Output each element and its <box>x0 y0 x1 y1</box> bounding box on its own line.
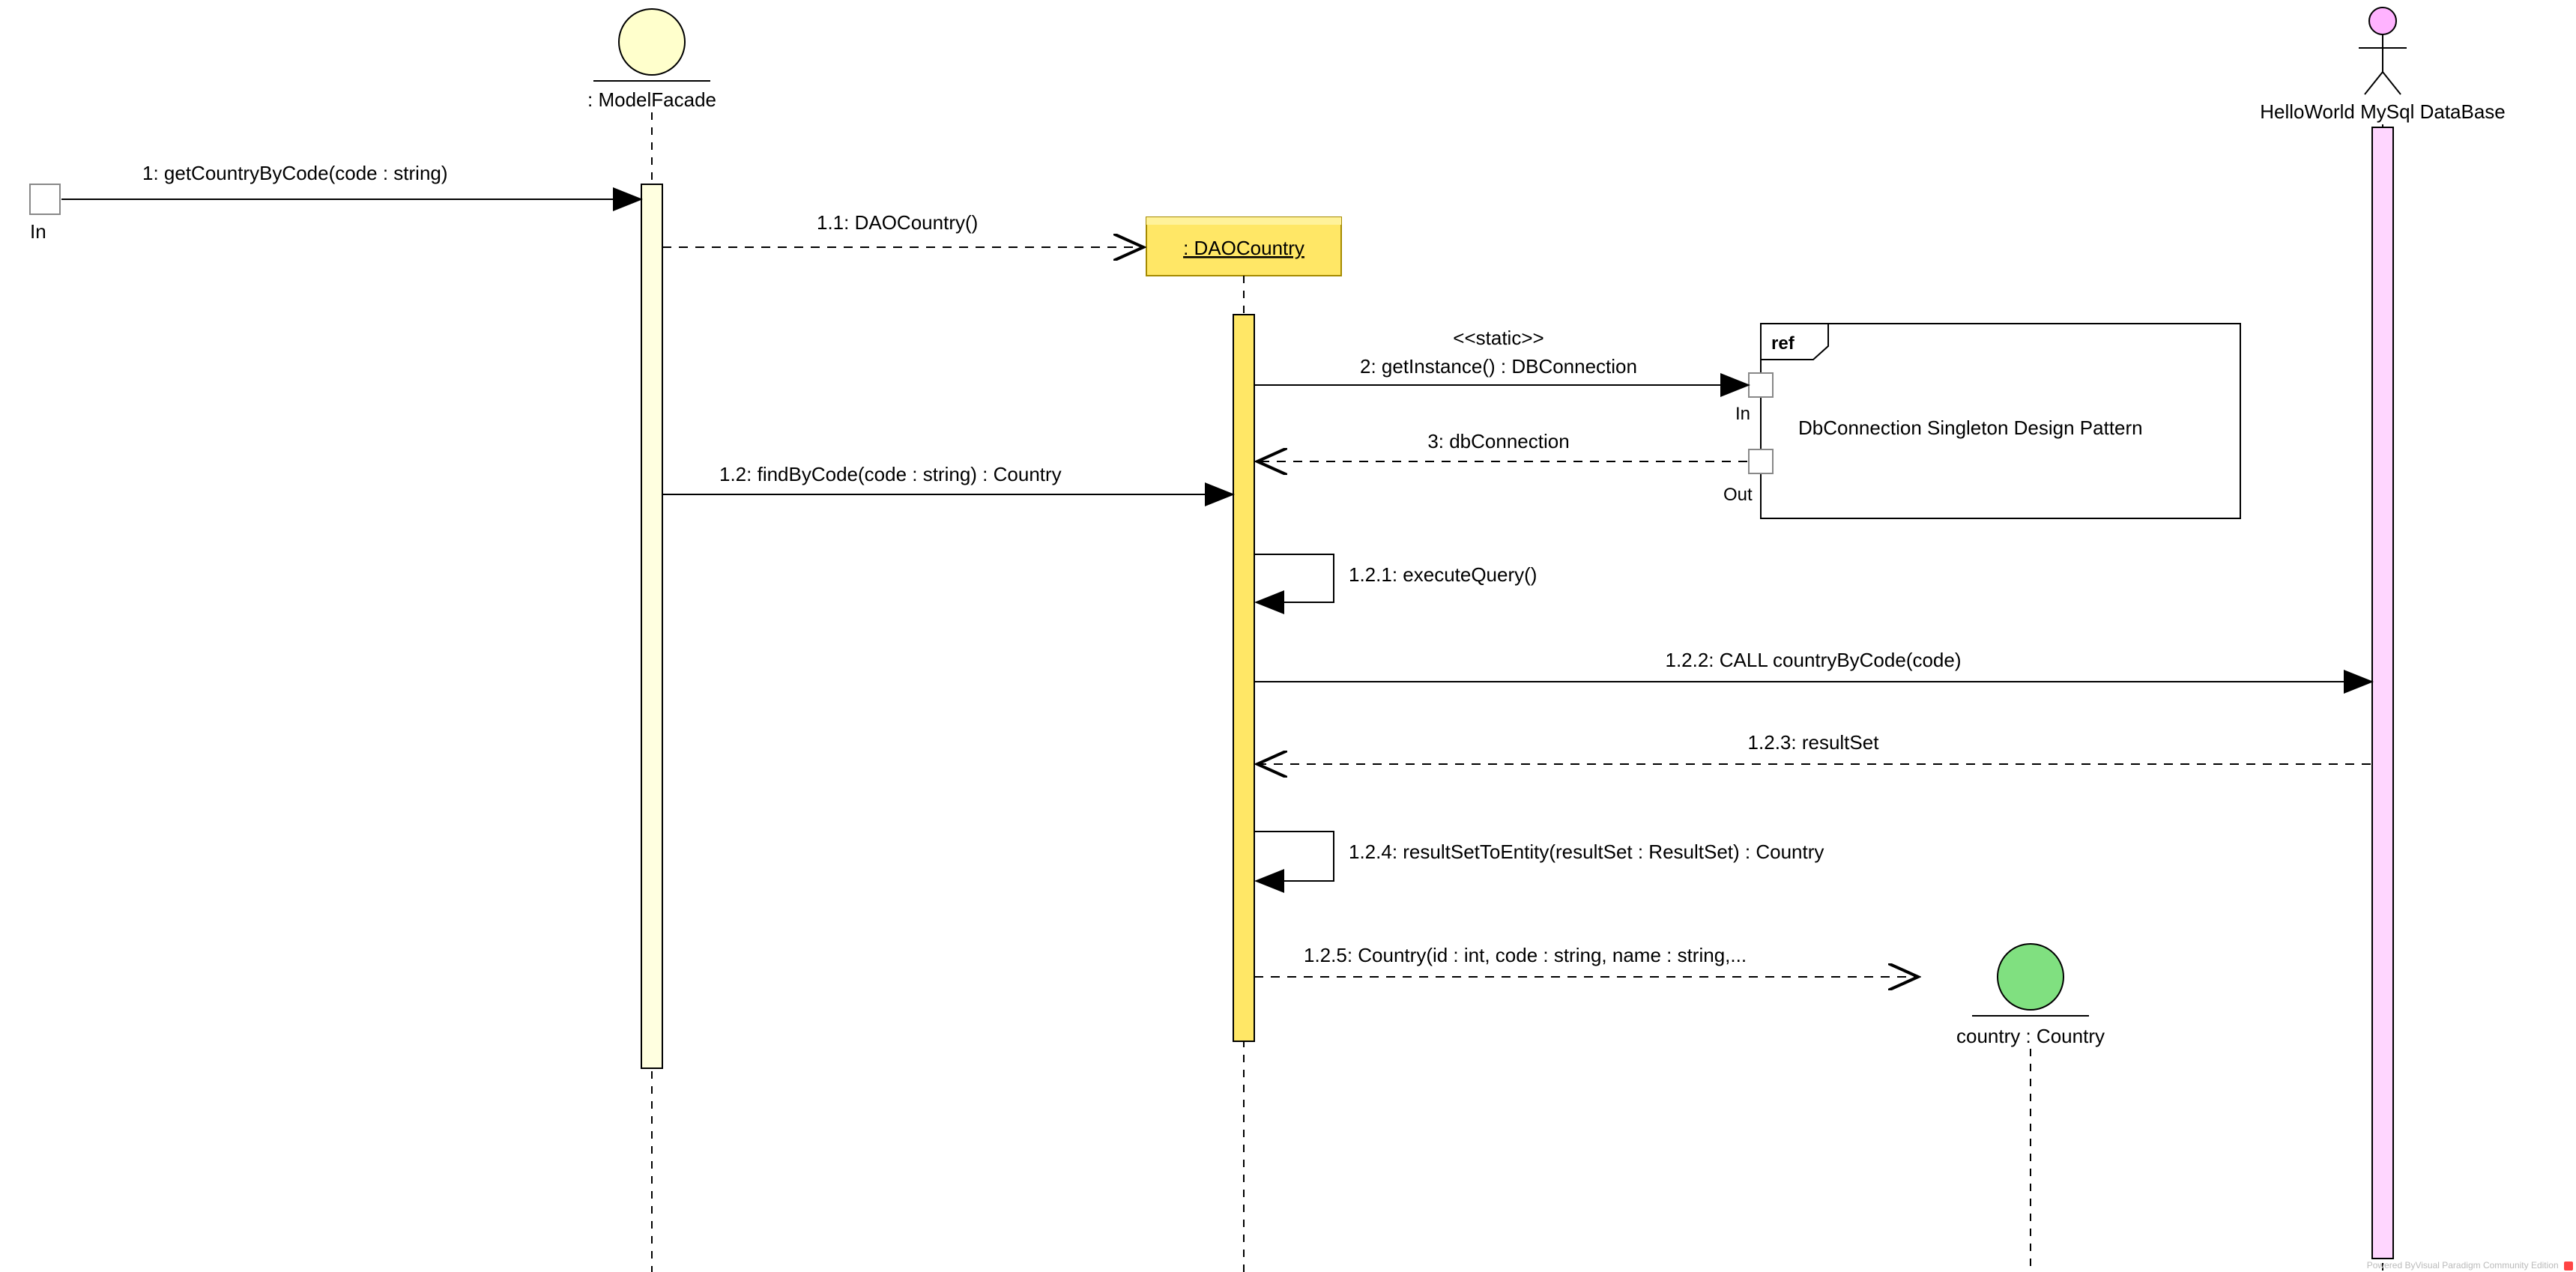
ref-out-label: Out <box>1723 485 1753 505</box>
sequence-diagram: In : ModelFacade : DAOCountry HelloWorld… <box>0 0 2576 1272</box>
msg-1-2-label: 1.2: findByCode(code : string) : Country <box>719 463 1062 485</box>
msg-1-2-4: 1.2.4: resultSetToEntity(resultSet : Res… <box>1254 832 1824 881</box>
msg-1-2-4-label: 1.2.4: resultSetToEntity(resultSet : Res… <box>1349 841 1824 863</box>
lifeline-daocountry-label: : DAOCountry <box>1183 237 1304 259</box>
msg-1-label: 1: getCountryByCode(code : string) <box>142 162 448 184</box>
lifeline-modelfacade-head: : ModelFacade <box>587 9 716 111</box>
msg-1-1-label: 1.1: DAOCountry() <box>817 211 978 234</box>
msg-1-2-1-label: 1.2.1: executeQuery() <box>1349 563 1537 586</box>
msg-3-label: 3: dbConnection <box>1427 430 1569 452</box>
msg-2-label: 2: getInstance() : DBConnection <box>1360 355 1637 378</box>
lifeline-db-label: HelloWorld MySql DataBase <box>2260 100 2506 123</box>
ref-in-label: In <box>1735 404 1750 424</box>
msg-1-2-1: 1.2.1: executeQuery() <box>1254 554 1537 602</box>
gate-in-label: In <box>30 220 46 243</box>
msg-1-2-3-label: 1.2.3: resultSet <box>1748 731 1880 754</box>
lifeline-db-head: HelloWorld MySql DataBase <box>2260 7 2506 123</box>
lifeline-modelfacade-label: : ModelFacade <box>587 88 716 111</box>
watermark: Powered ByVisual Paradigm Community Edit… <box>2367 1260 2573 1271</box>
ref-title: DbConnection Singleton Design Pattern <box>1798 417 2143 439</box>
msg-1-2-2-label: 1.2.2: CALL countryByCode(code) <box>1665 649 1961 671</box>
lifeline-daocountry-head: : DAOCountry <box>1146 217 1341 276</box>
activation-daocountry <box>1233 315 1254 1041</box>
gate-in: In <box>30 184 60 243</box>
activation-db <box>2372 127 2393 1259</box>
ref-tag: ref <box>1771 333 1795 354</box>
ref-fragment: ref In Out DbConnection Singleton Design… <box>1723 324 2240 518</box>
msg-2-stereo: <<static>> <box>1453 327 1544 349</box>
lifeline-country-label: country : Country <box>1956 1025 2105 1047</box>
msg-1-2-5-label: 1.2.5: Country(id : int, code : string, … <box>1304 944 1747 966</box>
activation-modelfacade <box>641 184 662 1068</box>
lifeline-country-head: country : Country <box>1956 944 2105 1047</box>
